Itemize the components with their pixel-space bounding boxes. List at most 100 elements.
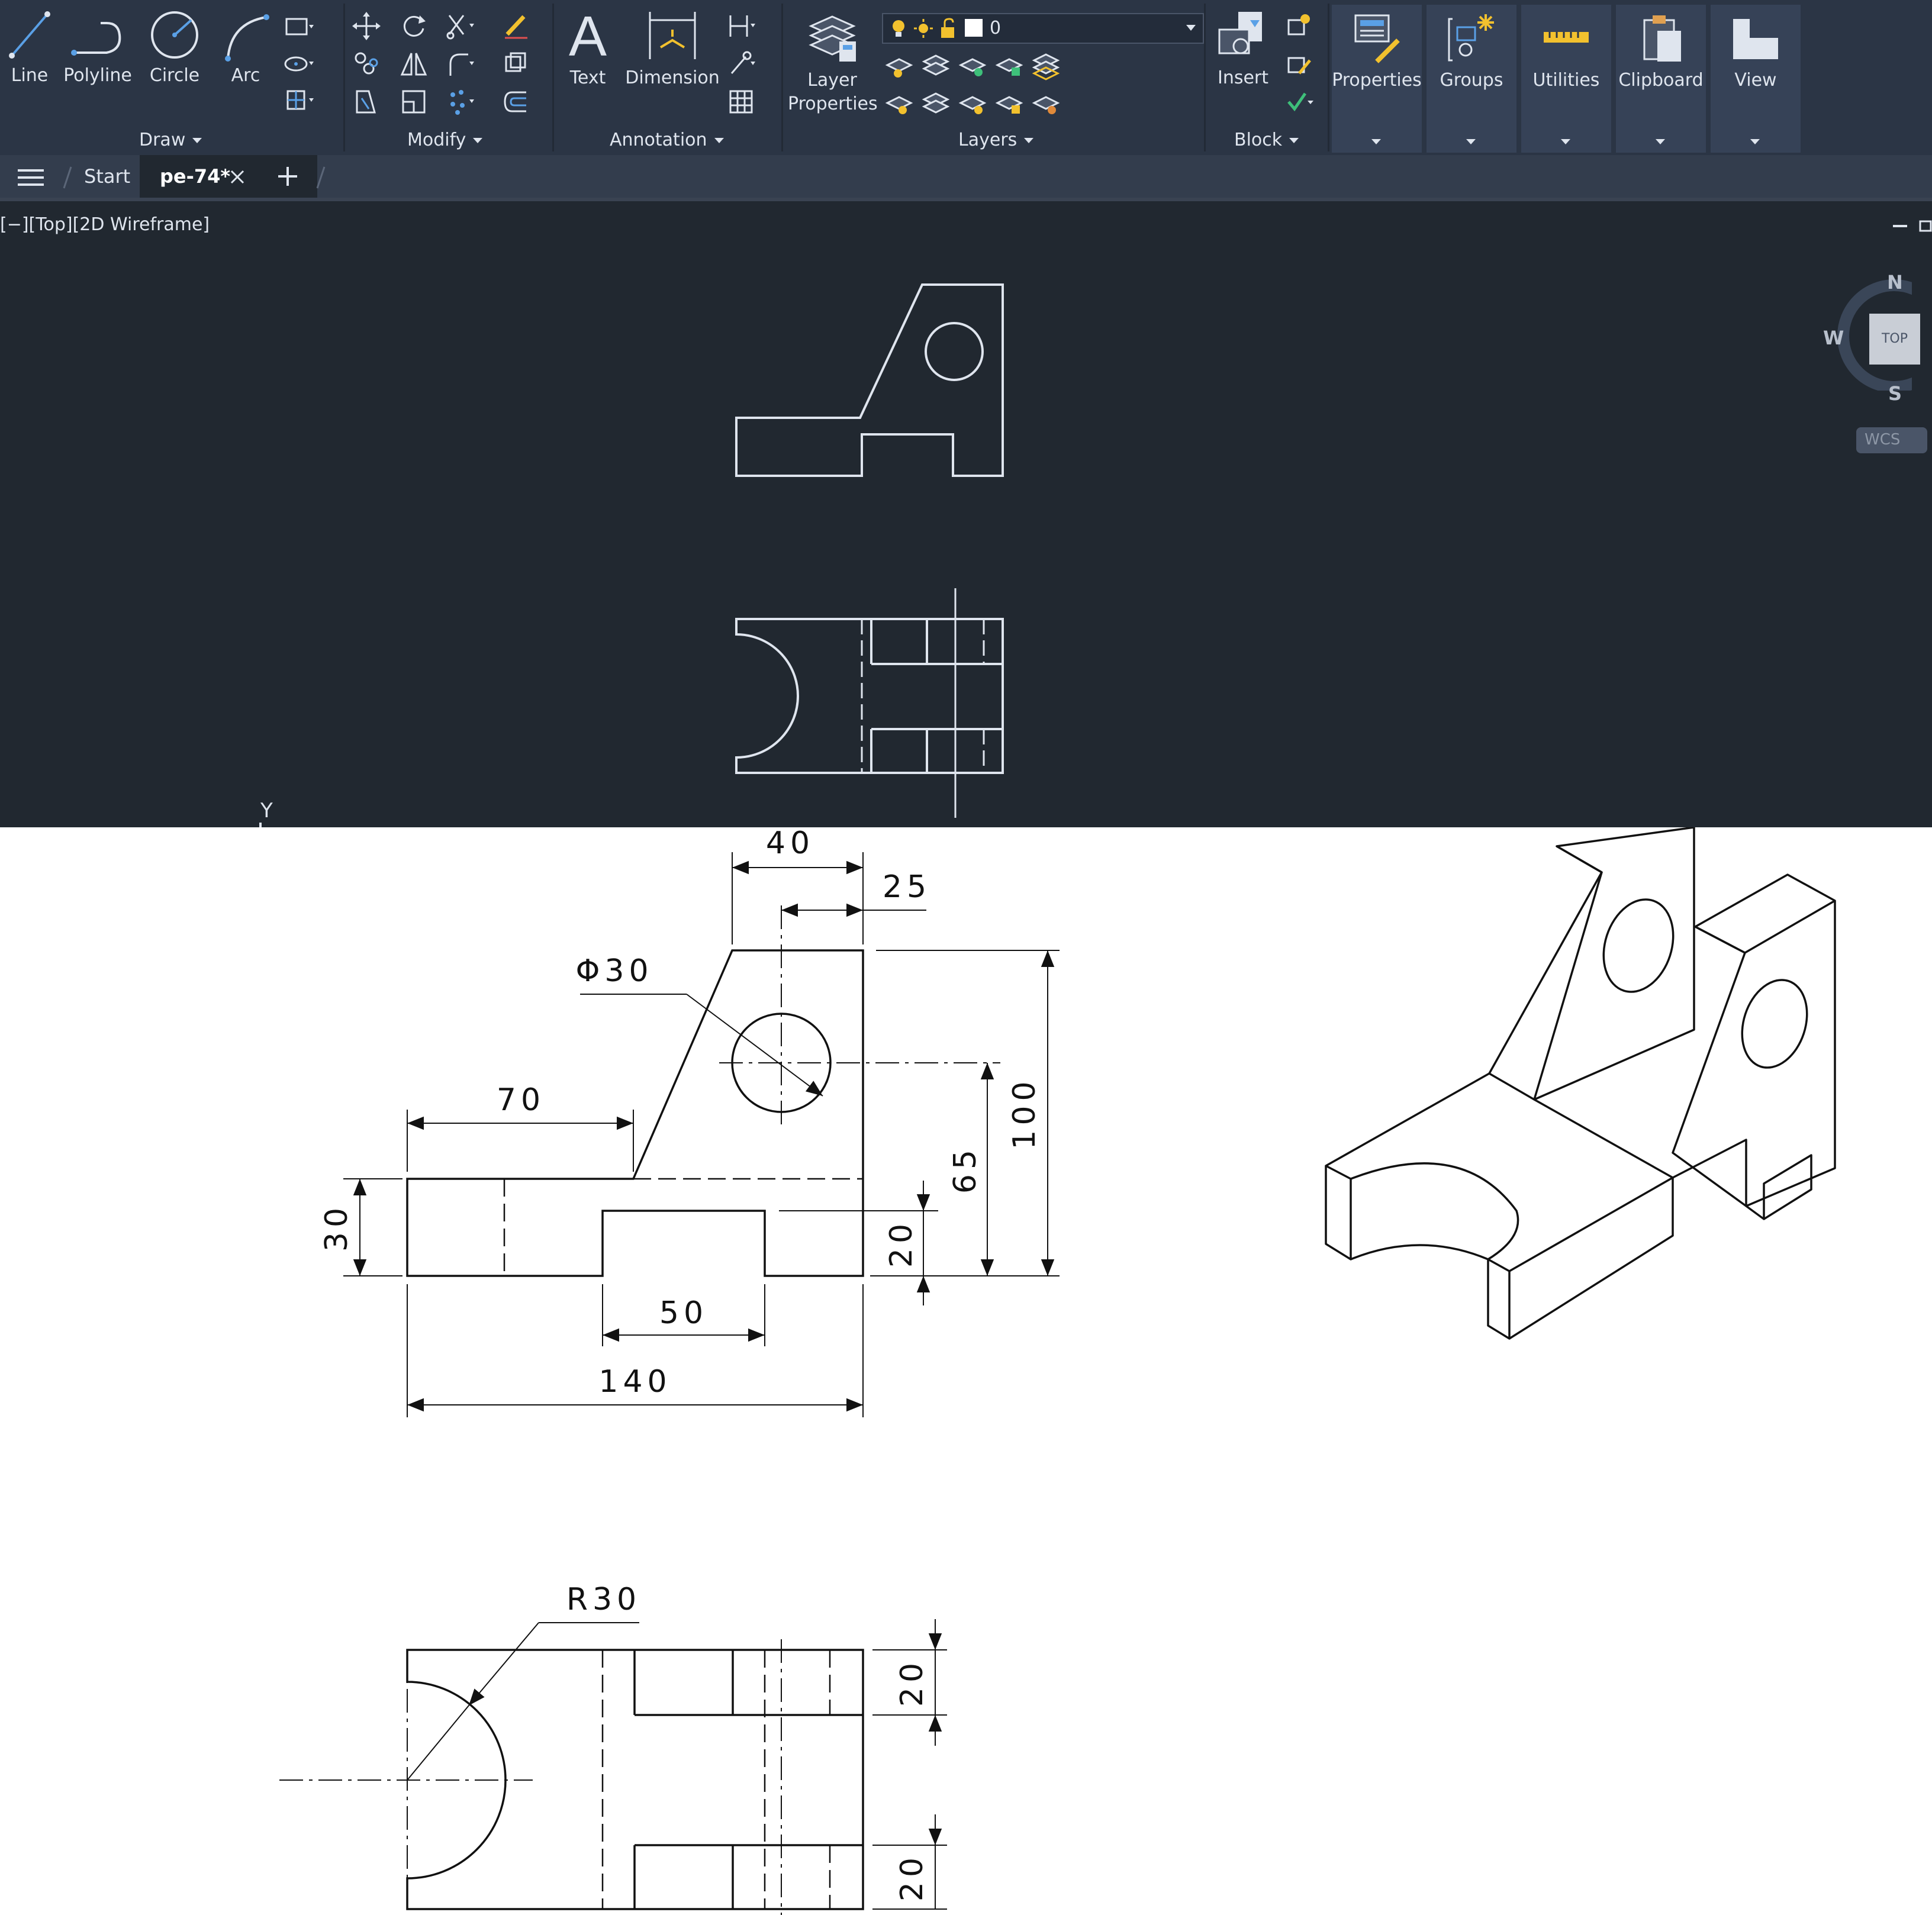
layer-tool-icon[interactable]	[957, 88, 988, 118]
layers-panel-label[interactable]: Layers	[958, 130, 1034, 150]
create-block-icon[interactable]	[1284, 12, 1315, 43]
modify-panel-label[interactable]: Modify	[407, 130, 483, 150]
dim-50: 50	[659, 1295, 708, 1331]
text-tool[interactable]: A Text	[561, 6, 614, 88]
annotation-panel-label[interactable]: Annotation	[610, 130, 724, 150]
dimension-tool[interactable]: Dimension	[625, 6, 720, 88]
annotation-panel: A Text Dimension Annotation	[554, 0, 781, 155]
chevron-down-icon	[1656, 139, 1665, 144]
tab-start[interactable]: Start	[84, 155, 130, 198]
compass-west[interactable]: W	[1823, 327, 1844, 349]
close-icon[interactable]	[230, 169, 245, 185]
properties-label: Properties	[1332, 70, 1422, 91]
layer-tool-icon[interactable]	[1031, 88, 1061, 118]
model-geometry	[735, 283, 1004, 818]
block-attribute-icon[interactable]	[1284, 86, 1315, 117]
layer-tool-icon[interactable]	[920, 50, 951, 80]
ellipse-icon[interactable]	[283, 49, 314, 79]
chevron-down-icon	[1289, 138, 1299, 143]
chevron-down-icon	[1371, 139, 1381, 144]
chevron-down-icon	[1186, 25, 1196, 31]
insert-button[interactable]: Insert	[1210, 8, 1276, 88]
svg-text:A: A	[569, 6, 607, 64]
sun-icon	[914, 19, 933, 38]
compass-north[interactable]: N	[1887, 271, 1903, 294]
layer-tool-icon[interactable]	[920, 88, 951, 118]
dim-30: 30	[319, 1203, 355, 1252]
top-view-outline	[735, 618, 1004, 774]
front-view-hole	[925, 322, 984, 381]
table-icon[interactable]	[726, 86, 756, 117]
fillet-icon[interactable]	[445, 49, 475, 79]
rectangle-icon[interactable]	[283, 12, 314, 43]
current-layer-name: 0	[990, 18, 1002, 38]
dim-20-top: 20	[894, 1658, 930, 1707]
stretch-icon[interactable]	[351, 86, 382, 117]
layer-dropdown[interactable]: 0	[882, 13, 1204, 44]
rotate-icon[interactable]	[398, 11, 429, 41]
insert-label: Insert	[1217, 67, 1269, 88]
erase-icon[interactable]	[500, 11, 531, 41]
front-view-outline	[735, 283, 1004, 477]
utilities-button[interactable]: Utilities	[1521, 5, 1611, 153]
draw-panel-label[interactable]: Draw	[139, 130, 202, 150]
draw-panel: Line Polyline Circle Arc Draw	[0, 0, 343, 155]
circle-tool[interactable]: Circle	[145, 8, 204, 86]
groups-label: Groups	[1440, 70, 1503, 91]
tab-separator	[63, 166, 72, 189]
offset-icon[interactable]	[500, 86, 531, 117]
viewcube-top-face[interactable]: TOP	[1869, 314, 1920, 365]
line-icon	[9, 11, 50, 59]
polyline-tool[interactable]: Polyline	[62, 8, 133, 86]
edit-block-icon[interactable]	[1284, 50, 1315, 80]
line-tool[interactable]: Line	[6, 8, 53, 86]
pattern-array-icon[interactable]	[445, 86, 475, 117]
reference-drawing: 40 25 Φ30 70 100 65 30 20 50 140 R30 20 …	[0, 827, 1932, 1915]
linear-dimension-icon[interactable]	[726, 11, 756, 41]
properties-button[interactable]: Properties	[1332, 5, 1422, 153]
arc-tool[interactable]: Arc	[216, 8, 275, 86]
wcs-label: WCS	[1865, 431, 1901, 449]
move-icon[interactable]	[351, 11, 382, 41]
layer-color-swatch	[965, 19, 983, 37]
modify-panel: Modify	[345, 0, 552, 155]
restore-icon[interactable]	[1918, 219, 1932, 233]
groups-button[interactable]: Groups	[1427, 5, 1516, 153]
circle-label: Circle	[149, 65, 200, 86]
layer-tool-icon[interactable]	[994, 88, 1025, 118]
layer-tool-icon[interactable]	[957, 50, 988, 80]
arc-icon	[225, 14, 269, 62]
array-icon[interactable]	[500, 49, 531, 79]
hatch-icon[interactable]	[283, 85, 314, 116]
layer-properties-label-1: Layer	[807, 70, 857, 91]
clipboard-button[interactable]: Clipboard	[1616, 5, 1706, 153]
dim-100: 100	[1007, 1076, 1042, 1149]
text-icon: A	[569, 6, 607, 64]
ruler-icon	[1544, 32, 1589, 43]
menu-icon[interactable]	[17, 168, 45, 187]
viewcube[interactable]: N W S TOP	[1823, 260, 1920, 405]
dim-20-bottom: 20	[894, 1853, 930, 1901]
copy-icon[interactable]	[351, 49, 382, 79]
block-panel-label[interactable]: Block	[1234, 130, 1299, 150]
layers-panel: Layer Properties 0 Layers	[783, 0, 1204, 155]
compass-south[interactable]: S	[1888, 382, 1902, 405]
dim-25: 25	[883, 869, 931, 905]
trim-icon[interactable]	[445, 11, 475, 41]
layer-tool-icon[interactable]	[884, 50, 915, 80]
line-label: Line	[11, 65, 49, 86]
layer-properties-button[interactable]: Layer Properties	[788, 8, 878, 116]
minimize-icon[interactable]	[1892, 219, 1908, 231]
tab-separator	[316, 166, 326, 189]
new-tab-plus-icon[interactable]	[276, 165, 300, 188]
layer-tool-icon[interactable]	[994, 50, 1025, 80]
drawing-viewport[interactable]: [−][Top][2D Wireframe] N W S TOP WCS Y	[0, 198, 1932, 828]
leader-icon[interactable]	[726, 49, 756, 79]
layer-tool-icon[interactable]	[1031, 50, 1061, 80]
mirror-icon[interactable]	[398, 49, 429, 79]
wcs-menu[interactable]: WCS	[1856, 427, 1927, 453]
dim-140: 140	[598, 1364, 671, 1400]
layer-tool-icon[interactable]	[884, 88, 915, 118]
view-button[interactable]: View	[1711, 5, 1801, 153]
scale-icon[interactable]	[398, 86, 429, 117]
